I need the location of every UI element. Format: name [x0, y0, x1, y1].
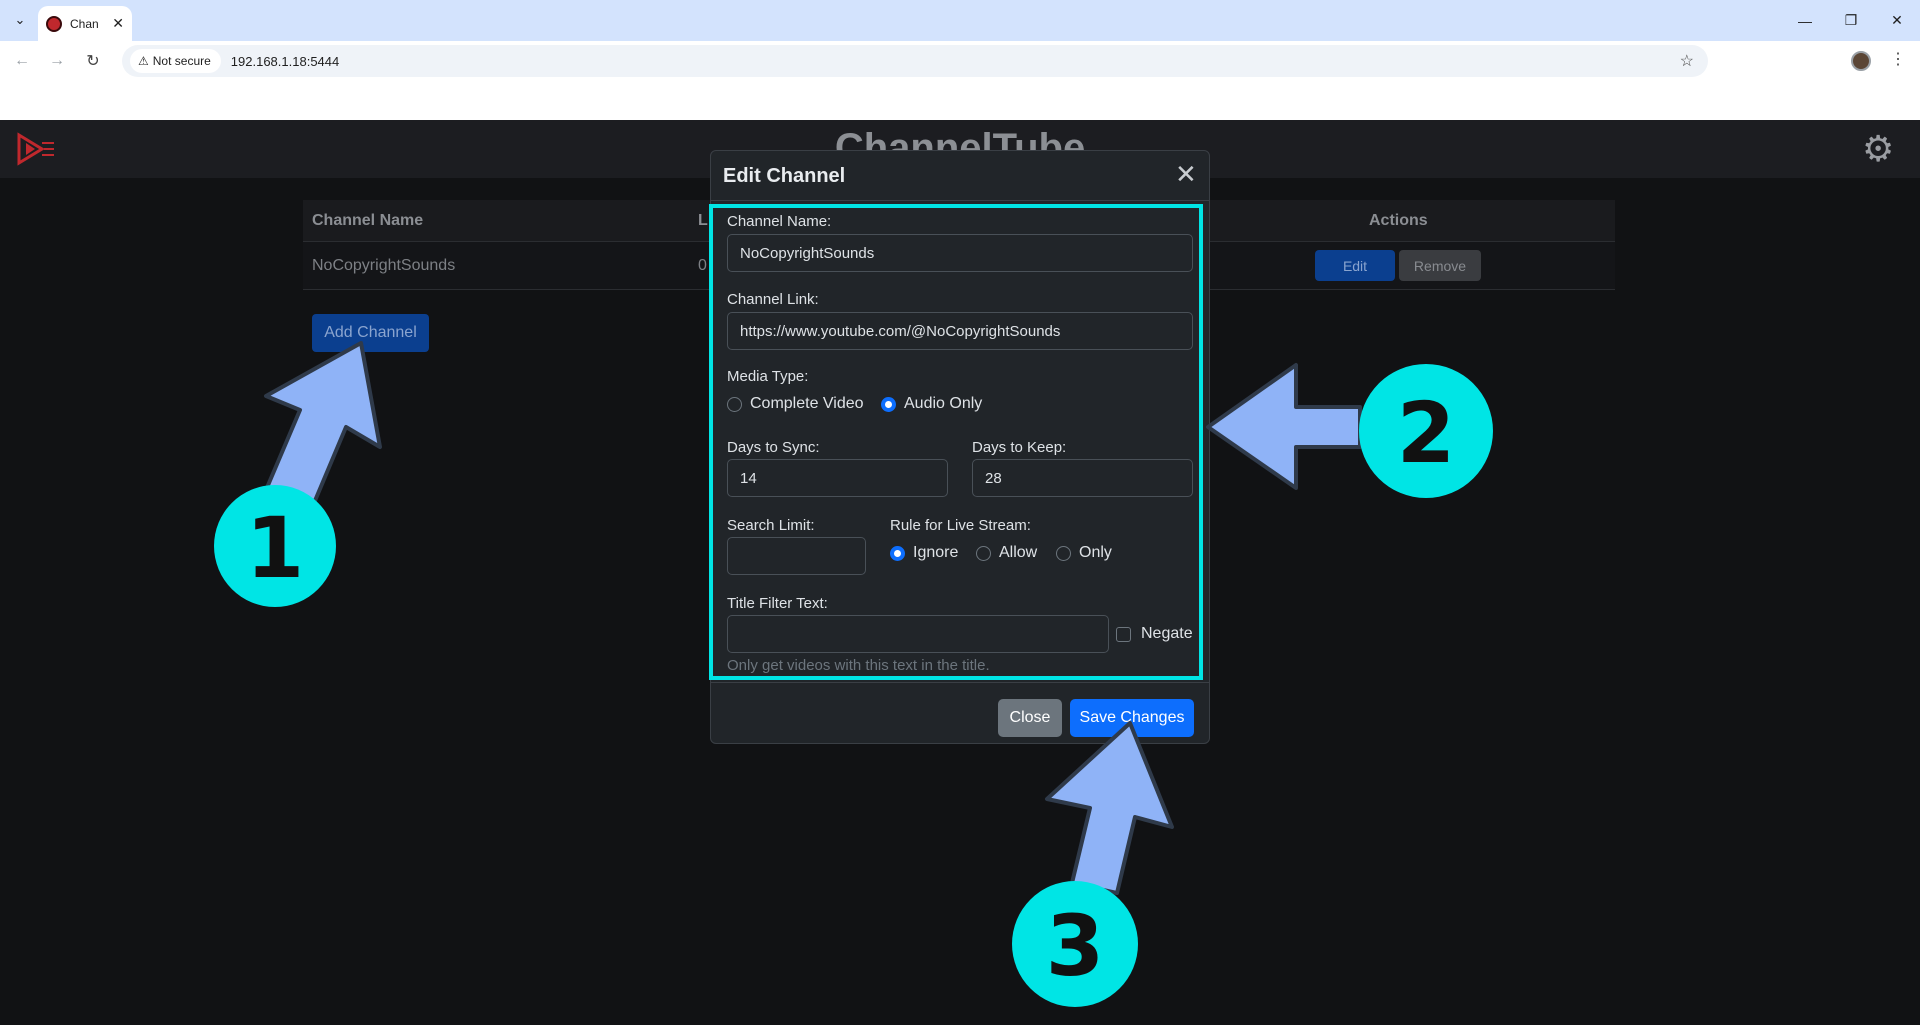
security-chip[interactable]: ⚠ Not secure — [130, 49, 221, 73]
cell-channel-name: NoCopyrightSounds — [312, 256, 456, 274]
arrow-2 — [1206, 363, 1362, 490]
tab-search-icon[interactable]: ⌄ — [10, 10, 30, 30]
bookmark-star-icon[interactable]: ☆ — [1680, 51, 1694, 71]
badge-2-number: 2 — [1397, 384, 1455, 482]
address-bar[interactable]: ⚠ Not secure 192.168.1.18:5444 ☆ — [122, 45, 1708, 77]
header-actions: Actions — [1369, 211, 1428, 229]
tab-title: Chan — [70, 16, 99, 31]
window-close-icon[interactable]: ✕ — [1874, 0, 1920, 41]
close-button[interactable]: Close — [998, 699, 1062, 737]
modal-header: Edit Channel ✕ — [711, 151, 1209, 201]
minimize-icon[interactable]: — — [1782, 0, 1828, 41]
restore-icon[interactable]: ❐ — [1828, 0, 1874, 41]
save-changes-button[interactable]: Save Changes — [1070, 699, 1194, 737]
window-controls: — ❐ ✕ — [1782, 0, 1920, 41]
badge-3: 3 — [1012, 881, 1138, 1007]
back-icon[interactable]: ← — [12, 51, 32, 71]
arrow-3 — [1045, 721, 1174, 895]
browser-toolbar: ← → ↻ ⚠ Not secure 192.168.1.18:5444 ☆ ⋮ — [0, 41, 1920, 81]
settings-gear-icon[interactable]: ⚙ — [1862, 131, 1894, 167]
warning-icon: ⚠ — [138, 54, 149, 68]
badge-1-number: 1 — [246, 499, 304, 597]
profile-avatar[interactable] — [1851, 51, 1871, 71]
cell-last: 0 — [698, 256, 707, 274]
modal-footer-divider — [711, 682, 1209, 683]
form-highlight-box — [709, 204, 1203, 680]
forward-icon[interactable]: → — [47, 51, 67, 71]
browser-tab[interactable]: Chan ✕ — [38, 6, 132, 41]
page-top-area — [0, 81, 1920, 120]
arrow-1 — [261, 341, 382, 517]
favicon-icon — [46, 15, 62, 32]
badge-3-number: 3 — [1046, 897, 1104, 995]
remove-button[interactable]: Remove — [1399, 250, 1481, 281]
badge-2: 2 — [1359, 364, 1493, 498]
edit-button[interactable]: Edit — [1315, 250, 1395, 281]
modal-close-icon[interactable]: ✕ — [1175, 161, 1197, 187]
reload-icon[interactable]: ↻ — [83, 51, 103, 71]
badge-1: 1 — [214, 485, 336, 607]
url-text[interactable]: 192.168.1.18:5444 — [231, 54, 339, 69]
security-label: Not secure — [152, 54, 211, 68]
header-last: L — [698, 211, 708, 229]
browser-tabstrip: ⌄ Chan ✕ — ❐ ✕ — [0, 0, 1920, 41]
add-channel-button[interactable]: Add Channel — [312, 314, 429, 352]
header-channel-name: Channel Name — [312, 211, 424, 229]
menu-kebab-icon[interactable]: ⋮ — [1890, 49, 1906, 69]
modal-title: Edit Channel — [723, 165, 846, 187]
tab-close-icon[interactable]: ✕ — [112, 15, 124, 32]
